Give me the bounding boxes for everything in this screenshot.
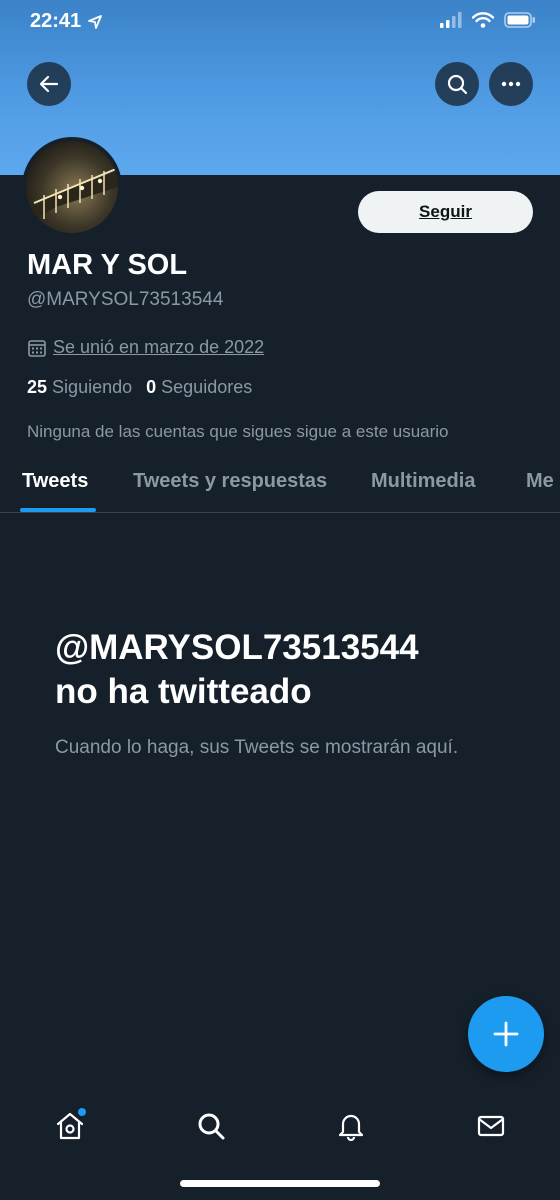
notification-dot <box>78 1108 86 1116</box>
joined-date-label: Se unió en marzo de 2022 <box>53 337 265 357</box>
tab-media[interactable]: Multimedia <box>371 470 475 493</box>
more-icon <box>501 81 521 87</box>
follow-stats: 25 Siguiendo 0 Seguidores <box>27 377 252 398</box>
status-bar: 22:41 <box>0 0 560 44</box>
tab-likes[interactable]: Me <box>526 470 554 493</box>
tab-tweets[interactable]: Tweets <box>22 470 88 493</box>
nav-home[interactable] <box>46 1102 94 1150</box>
nav-explore[interactable] <box>187 1102 235 1150</box>
empty-state-title-line1: @MARYSOL73513544 <box>55 628 419 667</box>
nav-notifications[interactable] <box>327 1102 375 1150</box>
display-name: MAR Y SOL <box>27 249 188 281</box>
back-button[interactable] <box>27 62 71 106</box>
empty-state-title: @MARYSOL73513544 no ha twitteado <box>55 626 525 714</box>
tab-tweets-and-replies[interactable]: Tweets y respuestas <box>133 470 327 493</box>
home-indicator[interactable] <box>180 1180 380 1187</box>
joined-date: Se unió en marzo de 2022 <box>27 337 264 358</box>
compose-tweet-button[interactable] <box>468 996 544 1072</box>
active-tab-indicator <box>20 508 96 512</box>
follow-button[interactable]: Seguir <box>358 191 533 233</box>
status-time-label: 22:41 <box>30 10 82 32</box>
following-label: Siguiendo <box>52 377 133 397</box>
user-handle: @MARYSOL73513544 <box>27 289 224 310</box>
back-arrow-icon <box>39 75 59 93</box>
following-link[interactable]: 25 Siguiendo <box>27 377 132 398</box>
search-icon <box>447 74 468 95</box>
cellular-signal-icon <box>440 12 462 28</box>
followers-you-know-note: Ninguna de las cuentas que sigues sigue … <box>27 422 449 441</box>
avatar-photo <box>26 141 118 233</box>
location-arrow-icon <box>88 14 103 29</box>
bell-icon <box>338 1114 364 1141</box>
battery-icon <box>504 12 535 28</box>
wifi-icon <box>472 12 494 28</box>
avatar[interactable] <box>22 137 122 237</box>
nav-messages[interactable] <box>467 1102 515 1150</box>
following-count: 25 <box>27 377 48 397</box>
empty-state-title-line2: no ha twitteado <box>55 672 312 711</box>
empty-state-description: Cuando lo haga, sus Tweets se mostrarán … <box>55 737 459 758</box>
plus-icon <box>493 1021 519 1047</box>
mail-icon <box>477 1115 505 1137</box>
search-icon <box>198 1113 225 1140</box>
more-button[interactable] <box>489 62 533 106</box>
status-indicators <box>440 12 536 28</box>
followers-link[interactable]: 0 Seguidores <box>146 377 252 398</box>
status-time: 22:41 <box>30 10 103 33</box>
followers-count: 0 <box>146 377 157 397</box>
calendar-icon <box>28 339 46 357</box>
search-button[interactable] <box>435 62 479 106</box>
followers-label: Seguidores <box>161 377 253 397</box>
profile-tabs: Tweets Tweets y respuestas Multimedia Me <box>0 455 560 513</box>
